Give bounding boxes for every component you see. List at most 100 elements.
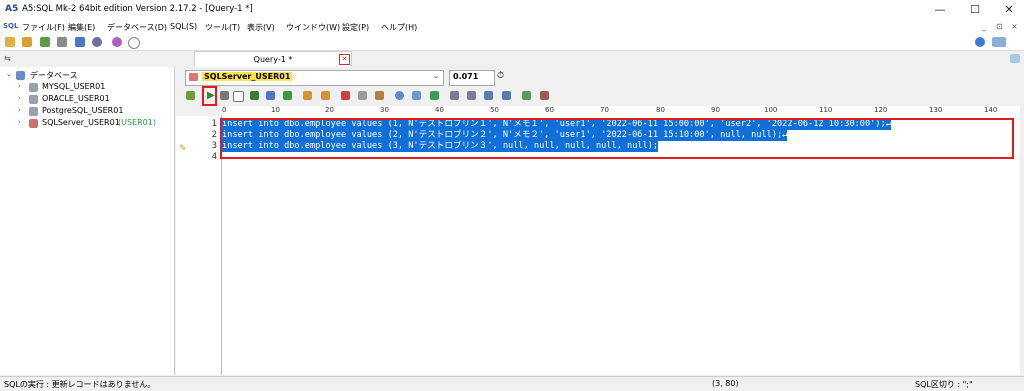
menu-database[interactable]: データベース(D): [107, 22, 167, 33]
minimize-button[interactable]: —: [923, 0, 957, 20]
database-tree: ⌄ データベース › MYSQL_USER01 › ORACLE_USER01 …: [0, 67, 175, 375]
plugin-icon[interactable]: [112, 37, 122, 47]
window-title: A5:SQL Mk-2 64bit edition Version 2.17.2…: [22, 4, 253, 14]
tab-close-icon[interactable]: ✕: [339, 54, 350, 65]
collapse-chevron-icon[interactable]: ›: [18, 82, 21, 90]
step-icon[interactable]: [283, 91, 292, 100]
uncomment-icon[interactable]: [540, 91, 549, 100]
ruler-tick: 140: [984, 106, 998, 114]
new-icon[interactable]: [5, 37, 15, 47]
app-icon: A5: [5, 4, 19, 14]
run-button-highlight: [202, 86, 217, 106]
expand-chevron-icon[interactable]: ⌄: [6, 70, 12, 78]
ruler-tick: 70: [600, 106, 609, 114]
redo-icon[interactable]: [321, 91, 330, 100]
line-number: 1: [211, 119, 217, 129]
tree-item-label: SQLServer_USER01: [42, 118, 120, 127]
connection-select-value: SQLServer_USER01: [202, 72, 293, 81]
tree-item-user: (USER01): [118, 118, 156, 127]
status-message: SQLの実行 : 更新レコードはありません。: [4, 380, 156, 389]
format-sql-icon[interactable]: [186, 91, 195, 100]
tree-item-oracle[interactable]: › ORACLE_USER01: [0, 94, 170, 106]
status-bar: SQLの実行 : 更新レコードはありません。 (3, 80) SQL区切り : …: [0, 376, 1024, 391]
cut-icon[interactable]: [341, 91, 350, 100]
tree-item-label: MYSQL_USER01: [42, 82, 106, 91]
ruler-tick: 100: [764, 106, 778, 114]
tree-item-postgresql[interactable]: › PostgreSQL_USER01: [0, 106, 170, 118]
indent-icon[interactable]: [484, 91, 493, 100]
tree-item-mysql[interactable]: › MYSQL_USER01: [0, 82, 170, 94]
undo-icon[interactable]: [303, 91, 312, 100]
timer-icon[interactable]: ⏱: [497, 71, 504, 81]
ruler-tick: 80: [656, 106, 665, 114]
maximize-button[interactable]: ☐: [958, 0, 992, 20]
refresh-icon[interactable]: [430, 91, 439, 100]
menu-edit[interactable]: 編集(E): [68, 22, 95, 33]
database-disconnect-icon[interactable]: [57, 37, 67, 47]
menu-view[interactable]: 表示(V): [247, 22, 275, 33]
replace-icon[interactable]: [412, 91, 421, 100]
ruler-tick: 30: [380, 106, 389, 114]
line-number: 3: [211, 141, 217, 151]
menu-bar: SQL ファイル(F) 編集(E) データベース(D) SQL(S) ツール(T…: [0, 20, 1024, 35]
menu-sql[interactable]: SQL(S): [170, 22, 197, 31]
collapse-chevron-icon[interactable]: ›: [18, 94, 21, 102]
ruler-tick: 90: [711, 106, 720, 114]
sql-delimiter: SQL区切り : ";": [915, 380, 973, 389]
menu-help[interactable]: ヘルプ(H): [381, 22, 417, 33]
tree-root[interactable]: ⌄ データベース: [0, 70, 170, 82]
copy-icon[interactable]: [358, 91, 367, 100]
ruler-tick: 110: [819, 106, 833, 114]
database-connect-icon[interactable]: [40, 37, 50, 47]
mdi-minimize-button[interactable]: _: [982, 22, 986, 31]
mdi-restore-button[interactable]: ⊡: [996, 22, 1003, 31]
run-all-icon[interactable]: [250, 91, 259, 100]
ruler-tick: 50: [490, 106, 499, 114]
gear-icon[interactable]: [92, 37, 102, 47]
paste-icon[interactable]: [375, 91, 384, 100]
open-icon[interactable]: [22, 37, 32, 47]
cursor-position: (3, 80): [712, 379, 739, 388]
list-icon[interactable]: [467, 91, 476, 100]
tree-root-label: データベース: [30, 71, 78, 80]
run-options-icon[interactable]: [220, 91, 229, 100]
collapse-chevron-icon[interactable]: ›: [18, 118, 21, 126]
tab-strip: ⇆: [0, 51, 1024, 67]
tree-item-sqlserver[interactable]: › SQLServer_USER01 (USER01): [0, 118, 170, 130]
outdent-icon[interactable]: [502, 91, 511, 100]
panel-icon[interactable]: [1010, 54, 1020, 63]
database-icon: [29, 107, 38, 116]
database-icon: [29, 95, 38, 104]
close-window-button[interactable]: ✕: [992, 0, 1024, 20]
ruler-tick: 20: [325, 106, 334, 114]
title-bar: A5 A5:SQL Mk-2 64bit edition Version 2.1…: [0, 0, 1024, 20]
comment-icon[interactable]: [522, 91, 531, 100]
collapse-chevron-icon[interactable]: ›: [18, 106, 21, 114]
explain-icon[interactable]: [266, 91, 275, 100]
ruler-tick: 0: [222, 106, 227, 114]
search-icon[interactable]: [395, 91, 404, 100]
tree-item-label: PostgreSQL_USER01: [42, 106, 124, 115]
bookmark-icon: ✎: [179, 144, 187, 154]
database-icon: [29, 83, 38, 92]
menu-tools[interactable]: ツール(T): [205, 22, 240, 33]
menu-window[interactable]: ウインドウ(W): [286, 22, 340, 33]
window-layout-icon[interactable]: [992, 37, 1006, 47]
chevron-down-icon[interactable]: ⌄: [433, 72, 439, 80]
code-selection-highlight: [220, 118, 1014, 159]
menu-file[interactable]: ファイル(F): [22, 22, 65, 33]
stop-icon[interactable]: [233, 91, 244, 102]
ruler-tick: 40: [435, 106, 444, 114]
tree-toggle-icon[interactable]: ⇆: [4, 54, 11, 63]
tab-query-1[interactable]: Query-1 *: [194, 51, 352, 68]
sql-logo-icon: SQL: [3, 22, 19, 30]
menu-settings[interactable]: 設定(P): [342, 22, 369, 33]
line-number: 4: [211, 152, 217, 162]
line-number-gutter: 1 2 3 4: [176, 116, 222, 375]
clock-icon[interactable]: [128, 37, 140, 49]
database-icon: [189, 73, 198, 81]
mdi-close-button[interactable]: ×: [1011, 22, 1018, 31]
align-icon[interactable]: [450, 91, 459, 100]
table-icon[interactable]: [75, 37, 85, 47]
help-icon[interactable]: [975, 37, 985, 47]
